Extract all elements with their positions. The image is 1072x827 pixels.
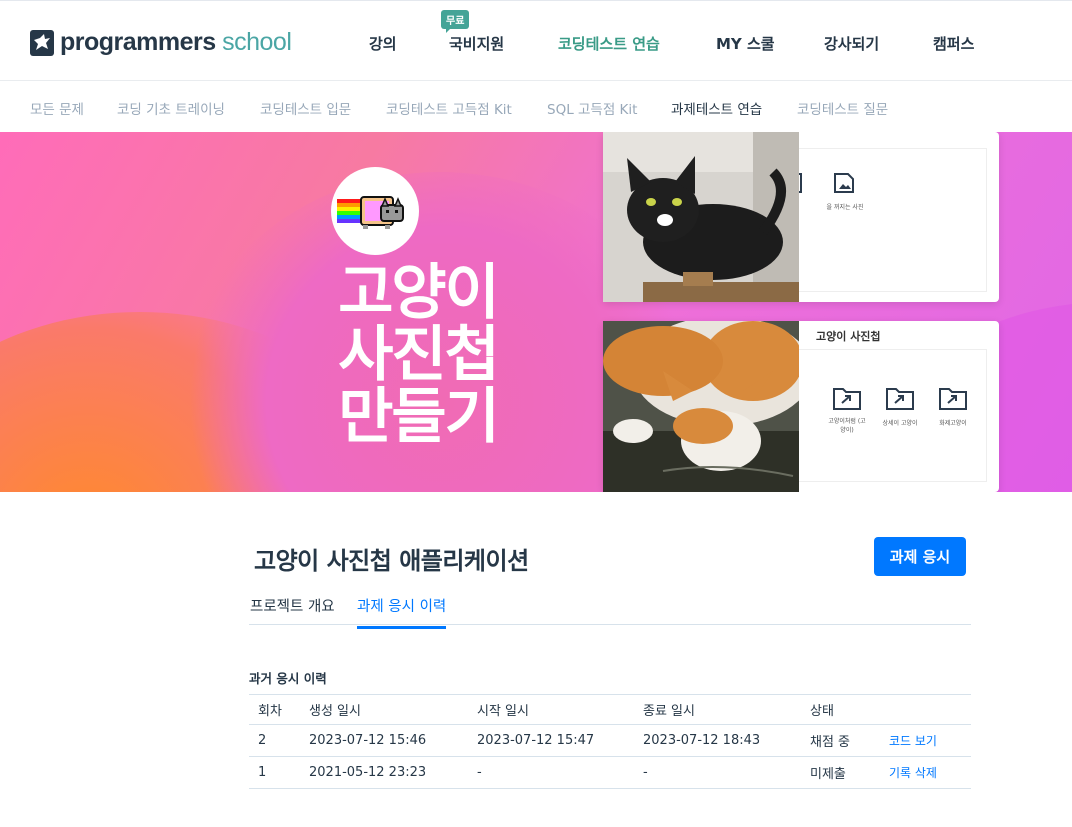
col-ended: 종료 일시 — [634, 694, 801, 725]
col-status: 상태 — [801, 694, 880, 725]
cell-started: 2023-07-12 15:47 — [468, 724, 634, 757]
cell-ended: - — [634, 756, 801, 789]
banner-title-line: 만들기 — [338, 382, 500, 452]
nyan-cat-icon — [337, 196, 404, 229]
free-badge: 무료 — [441, 10, 470, 33]
logo-text-bold: programmers — [60, 28, 216, 56]
subnav-sql-kit[interactable]: SQL 고득점 Kit — [547, 98, 637, 118]
black-cat-photo — [603, 132, 799, 302]
nav-become-instructor[interactable]: 강사되기 — [824, 33, 879, 54]
top-header: programmers school 무료 강의 국비지원 코딩테스트 연습 M… — [0, 0, 1072, 81]
logo-icon — [30, 29, 54, 56]
folder-icon — [833, 388, 861, 410]
cell-created: 2023-07-12 15:46 — [300, 724, 468, 757]
banner-title: 고양이 사진첩 만들기 — [318, 262, 518, 448]
page-title: 고양이 사진첩 애플리케이션 — [254, 547, 529, 575]
col-created: 생성 일시 — [300, 694, 468, 725]
table-row: 2 2023-07-12 15:46 2023-07-12 15:47 2023… — [249, 724, 971, 757]
subnav-intro[interactable]: 코딩테스트 입문 — [260, 98, 351, 118]
nav-my-school[interactable]: MY 스쿨 — [716, 33, 775, 54]
nav-coding-test-practice[interactable]: 코딩테스트 연습 — [558, 33, 660, 54]
subnav-questions[interactable]: 코딩테스트 질문 — [797, 98, 888, 118]
delete-record-link[interactable]: 기록 삭제 — [880, 756, 971, 789]
folder-icon — [939, 388, 967, 410]
cell-status: 채점 중 — [801, 724, 880, 757]
view-code-link[interactable]: 코드 보기 — [880, 724, 971, 757]
subnav-all-problems[interactable]: 모든 문제 — [30, 98, 84, 118]
folder-label: 상세이 고양이 — [882, 420, 918, 427]
folder-label: 화제고양이 — [939, 420, 967, 427]
apply-assignment-button[interactable]: 과제 응시 — [874, 537, 966, 576]
col-started: 시작 일시 — [468, 694, 634, 725]
cell-created: 2021-05-12 23:23 — [300, 756, 468, 789]
cell-status: 미제출 — [801, 756, 880, 789]
mock-app-title: 고양이 사진첩 — [816, 330, 881, 343]
orange-cat-photo — [603, 321, 799, 492]
table-header-row: 회차 생성 일시 시작 일시 종료 일시 상태 — [249, 694, 971, 725]
nav-government-support[interactable]: 국비지원 — [449, 33, 504, 54]
banner-title-line: 사진첩 — [338, 320, 500, 390]
tab-application-history[interactable]: 과제 응시 이력 — [357, 595, 447, 629]
col-action — [880, 694, 971, 725]
history-table: 회차 생성 일시 시작 일시 종료 일시 상태 2 2023-07-12 15:… — [249, 694, 971, 789]
cell-started: - — [468, 756, 634, 789]
logo-text-light: school — [222, 28, 292, 56]
tab-project-overview[interactable]: 프로젝트 개요 — [250, 595, 335, 626]
nav-lectures[interactable]: 강의 — [369, 33, 397, 54]
cell-ended: 2023-07-12 18:43 — [634, 724, 801, 757]
subnav-high-score-kit[interactable]: 코딩테스트 고득점 Kit — [386, 98, 512, 118]
cell-round: 2 — [249, 724, 300, 757]
image-file-icon — [834, 173, 854, 193]
subnav-basic-training[interactable]: 코딩 기초 트레이닝 — [117, 98, 225, 118]
table-row: 1 2021-05-12 23:23 - - 미제출 기록 삭제 — [249, 756, 971, 789]
folder-icon — [886, 388, 914, 410]
banner-title-line: 고양이 — [338, 258, 500, 328]
subnav-assignment-test[interactable]: 과제테스트 연습 — [671, 98, 762, 118]
nav-campus[interactable]: 캠퍼스 — [933, 33, 974, 54]
sub-nav: 모든 문제 코딩 기초 트레이닝 코딩테스트 입문 코딩테스트 고득점 Kit … — [0, 81, 1072, 132]
content-tabs: 프로젝트 개요 과제 응시 이력 — [249, 595, 971, 629]
history-section-title: 과거 응시 이력 — [249, 671, 327, 686]
mock-file-label: 을 꺼지는 사진 — [826, 204, 864, 211]
programmers-logo[interactable]: programmers school — [30, 28, 292, 57]
nyan-cat-badge — [331, 167, 419, 255]
hero-banner: 고양이 사진첩 만들기 을 꺼지는 사진 고양이 사진첩 고양이처럼 (고양이)… — [0, 132, 1072, 492]
folder-label: 고양이처럼 (고양이) — [828, 418, 866, 434]
col-round: 회차 — [249, 694, 300, 725]
cell-round: 1 — [249, 756, 300, 789]
